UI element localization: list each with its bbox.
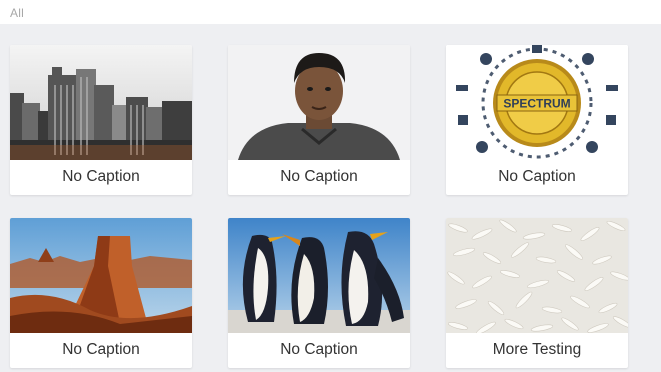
- rice-grains-image[interactable]: [446, 218, 628, 333]
- city-skyline-image[interactable]: [10, 45, 192, 160]
- filter-all-tab[interactable]: All: [10, 6, 24, 20]
- spectrum-logo-image[interactable]: SPECTRUM: [446, 45, 628, 160]
- desert-butte-image[interactable]: [10, 218, 192, 333]
- gallery-card[interactable]: SPECTRUM No Caption: [446, 45, 628, 195]
- image-caption: More Testing: [492, 341, 582, 358]
- gallery-card[interactable]: More Testing: [446, 218, 628, 368]
- image-caption: No Caption: [498, 168, 576, 185]
- penguins-image[interactable]: [228, 218, 410, 333]
- gallery-card[interactable]: No Caption: [228, 218, 410, 368]
- gallery-card[interactable]: No Caption: [10, 45, 192, 195]
- image-caption: No Caption: [62, 168, 140, 185]
- gallery-card[interactable]: No Caption: [10, 218, 192, 368]
- image-gallery: No Caption No Caption SPECTRUM No Captio…: [0, 24, 661, 372]
- image-caption: No Caption: [280, 341, 358, 358]
- svg-text:SPECTRUM: SPECTRUM: [503, 97, 570, 111]
- gallery-card[interactable]: No Caption: [228, 45, 410, 195]
- image-caption: No Caption: [62, 341, 140, 358]
- filter-bar: All: [0, 0, 661, 24]
- image-caption: No Caption: [280, 168, 358, 185]
- portrait-image[interactable]: [228, 45, 410, 160]
